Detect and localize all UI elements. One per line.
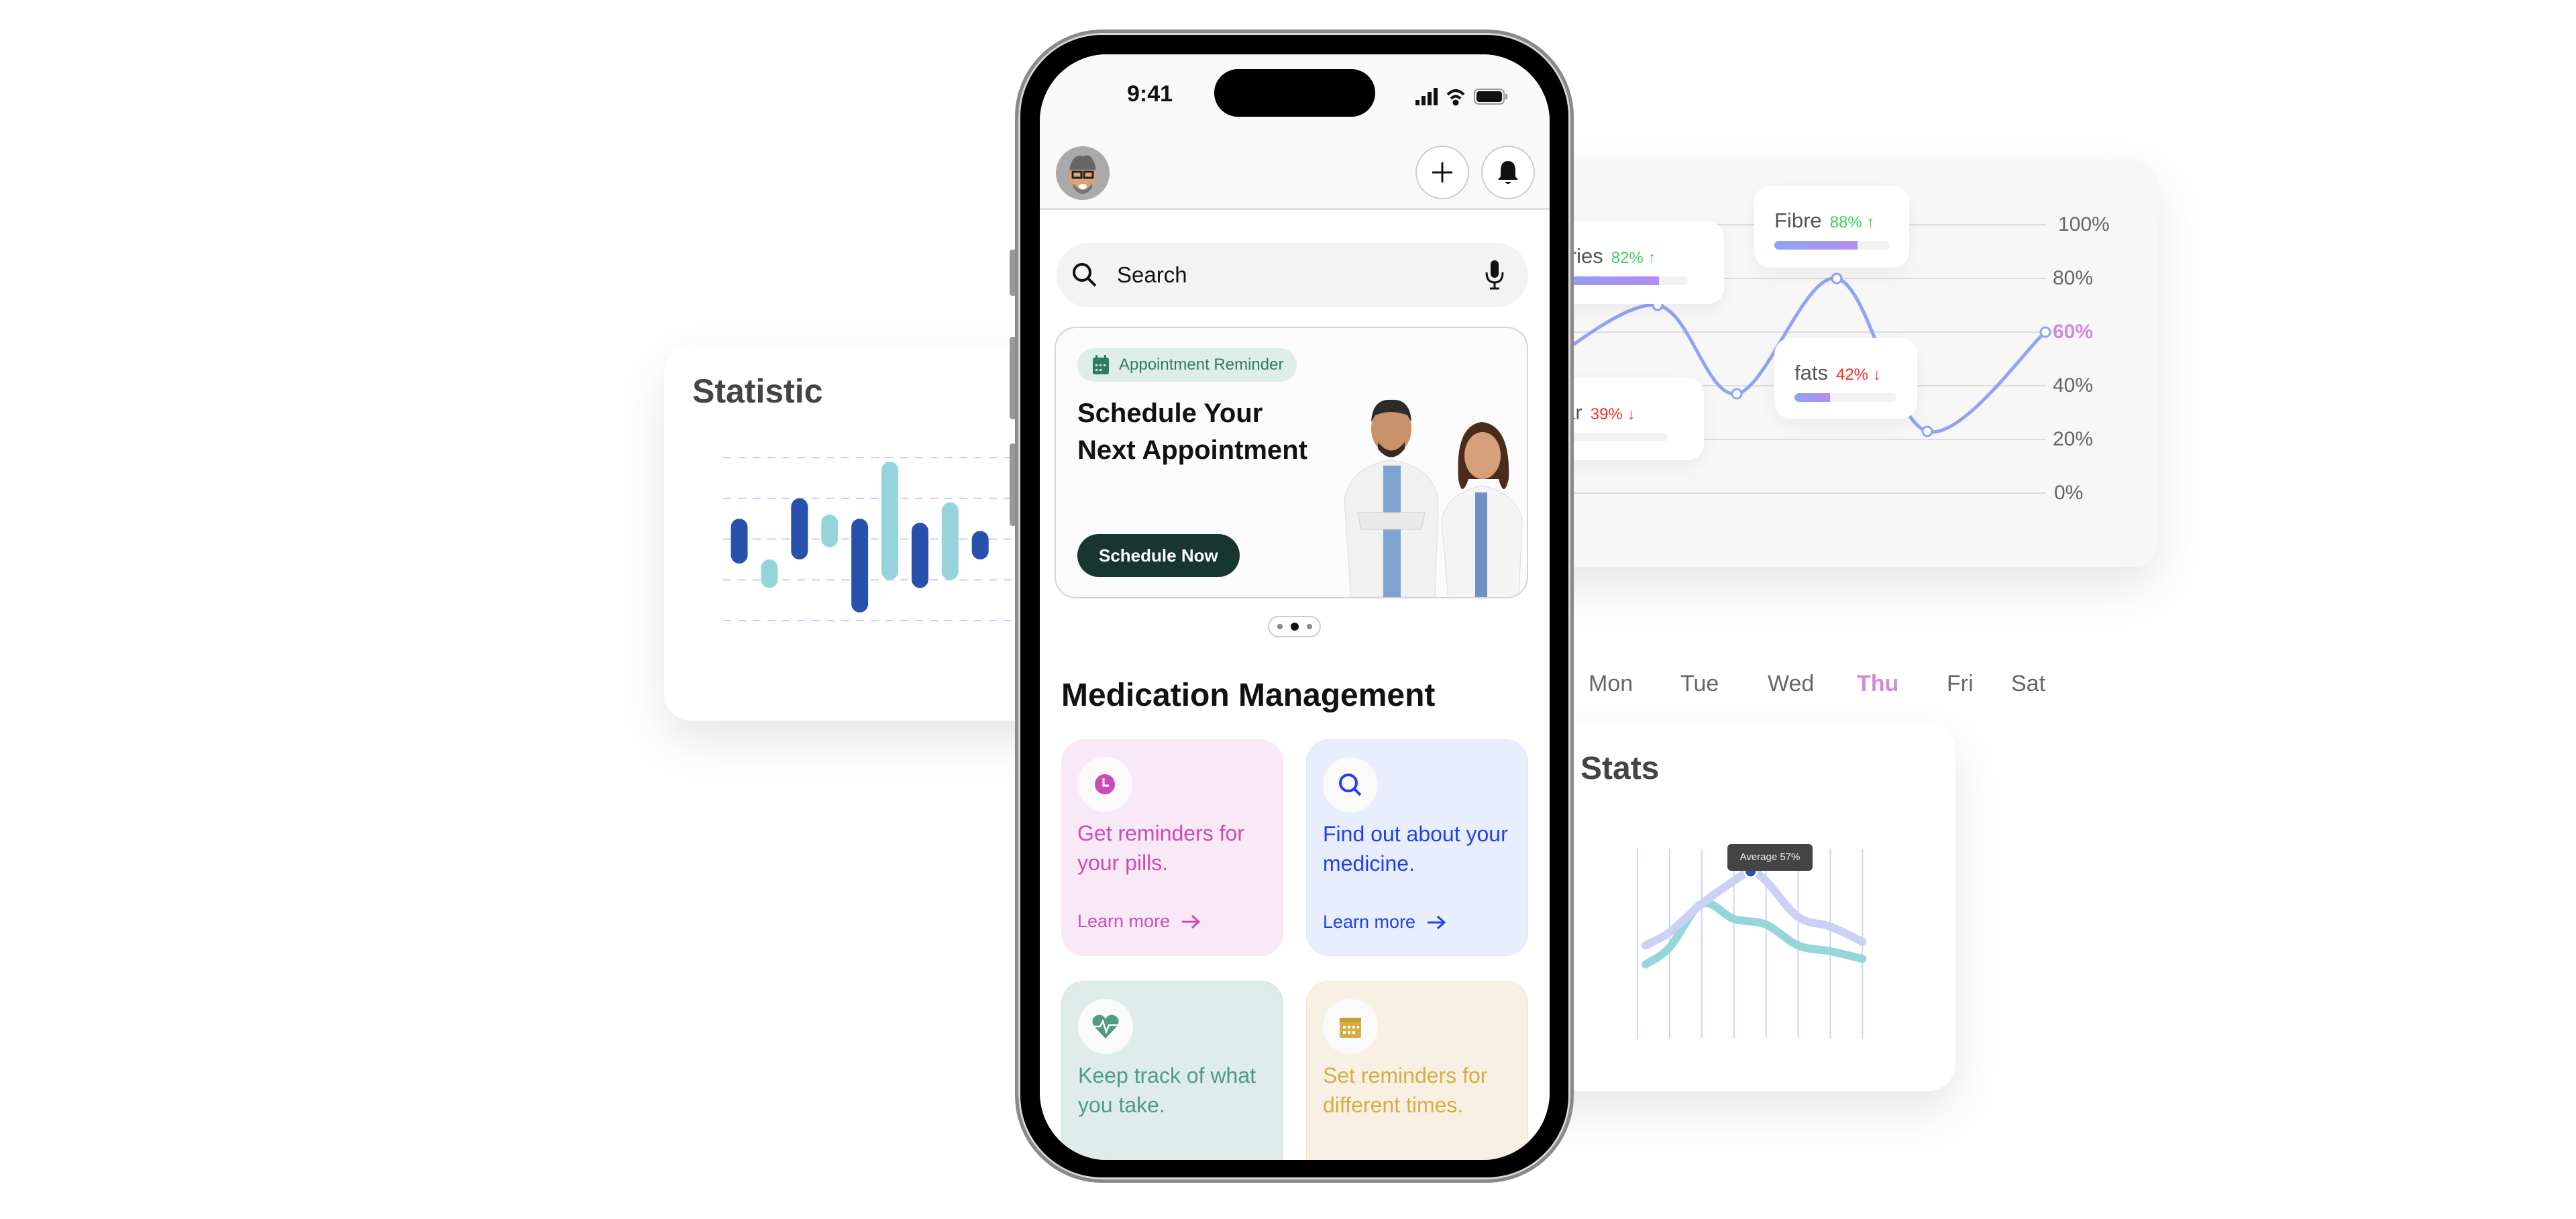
section-title: Medication Management (1061, 678, 1436, 713)
day-label: Fri (1947, 671, 1974, 696)
data-point (1921, 425, 1933, 437)
card-text: Find out about your medicine. (1323, 822, 1508, 876)
bar (971, 531, 989, 560)
stats-chart (1637, 849, 1867, 1039)
add-button[interactable] (1415, 146, 1469, 199)
learn-more-link[interactable]: Learn more (1077, 911, 1201, 932)
arrow-right-icon (1428, 915, 1446, 929)
arrow-down-icon: ↓ (1627, 405, 1635, 423)
y-tick: 0% (2054, 482, 2084, 504)
progress-bar (1794, 393, 1896, 402)
progress-fill (1794, 393, 1831, 402)
data-point (2039, 326, 2051, 338)
carousel-pager[interactable] (1268, 616, 1321, 637)
bar (941, 502, 959, 580)
bar (761, 559, 778, 588)
day-label: Mon (1589, 671, 1633, 696)
progress-fill (1774, 241, 1858, 250)
bar (911, 523, 928, 588)
pager-dot[interactable] (1277, 624, 1283, 629)
average-tooltip: Average 57% (1727, 844, 1813, 871)
appointment-badge: Appointment Reminder (1077, 348, 1297, 382)
avatar[interactable] (1056, 146, 1110, 200)
day-label: Sat (2011, 671, 2046, 696)
stats-card: Stats Average 57% (1509, 723, 1955, 1091)
card-text: Get reminders for your pills. (1077, 821, 1244, 875)
arrow-right-icon (1182, 914, 1201, 929)
battery-icon (1474, 89, 1507, 105)
progress-bar (1774, 241, 1890, 250)
status-time: 9:41 (1127, 81, 1173, 107)
search-bar[interactable]: Search (1057, 243, 1528, 307)
bar (851, 519, 869, 613)
day-label: Wed (1768, 671, 1815, 696)
card-medicine-info[interactable]: Find out about your medicine. Learn more (1306, 739, 1528, 956)
tooltip-fibre: Fibre 88% ↑ (1754, 186, 1909, 268)
card-time-reminders[interactable]: Set reminders for different times. (1306, 981, 1528, 1160)
search-icon (1339, 774, 1362, 796)
signal-icon (1415, 88, 1438, 105)
heart-pulse-icon (1091, 1014, 1120, 1039)
y-tick: 80% (2053, 267, 2094, 289)
pager-dot-active[interactable] (1290, 623, 1299, 631)
arrow-down-icon: ↓ (1872, 366, 1881, 384)
card-pill-reminders[interactable]: Get reminders for your pills. Learn more (1061, 739, 1283, 956)
avatar-memoji-icon (1069, 155, 1096, 194)
y-tick: 20% (2053, 428, 2094, 450)
y-tick-highlight: 60% (2053, 321, 2094, 343)
schedule-now-button[interactable]: Schedule Now (1077, 534, 1240, 577)
tooltip-label: fats 42% ↓ (1794, 361, 1881, 384)
day-label: Tue (1680, 671, 1719, 696)
card-text: Keep track of what you take. (1078, 1063, 1256, 1117)
bell-icon (1498, 161, 1518, 184)
plus-icon (1432, 162, 1452, 182)
card-text: Set reminders for different times. (1323, 1063, 1488, 1117)
microphone-icon[interactable] (1485, 259, 1505, 291)
pager-dot[interactable] (1306, 624, 1312, 629)
y-tick: 100% (2058, 213, 2110, 235)
y-tick: 40% (2053, 374, 2094, 396)
card-track-intake[interactable]: Keep track of what you take. (1061, 981, 1283, 1160)
data-point (1731, 388, 1743, 400)
bar (881, 462, 898, 580)
search-icon (1073, 263, 1097, 287)
tooltip-fats: fats 42% ↓ (1774, 338, 1917, 419)
bar (731, 519, 748, 564)
bar (791, 498, 808, 560)
notifications-button[interactable] (1481, 146, 1535, 199)
arrow-up-icon: ↑ (1866, 213, 1875, 231)
doctors-photo (1344, 399, 1523, 597)
clock-icon (1095, 774, 1115, 794)
wifi-icon (1446, 89, 1465, 106)
calendar-icon (1093, 355, 1109, 374)
phone-screen: 9:41 Search Appointment Reminder Schedul… (1040, 54, 1550, 1160)
tooltip-label: Fibre 88% ↑ (1774, 209, 1875, 232)
calendar-icon (1340, 1018, 1361, 1038)
nutrition-chart-card: 100% 80% 60% 40% 20% 0% Mon Tue Wed Thu … (1496, 160, 2159, 696)
data-point (1831, 272, 1843, 284)
status-icons (1415, 88, 1507, 106)
appointment-banner[interactable]: Appointment Reminder Schedule Your Next A… (1055, 327, 1528, 598)
day-label-highlight: Thu (1857, 671, 1899, 696)
learn-more-link[interactable]: Learn more (1323, 912, 1446, 933)
search-input[interactable]: Search (1117, 262, 1187, 288)
bar (821, 515, 839, 547)
appointment-title: Schedule Your Next Appointment (1077, 399, 1307, 465)
arrow-up-icon: ↑ (1648, 249, 1656, 267)
dynamic-island (1214, 69, 1375, 117)
